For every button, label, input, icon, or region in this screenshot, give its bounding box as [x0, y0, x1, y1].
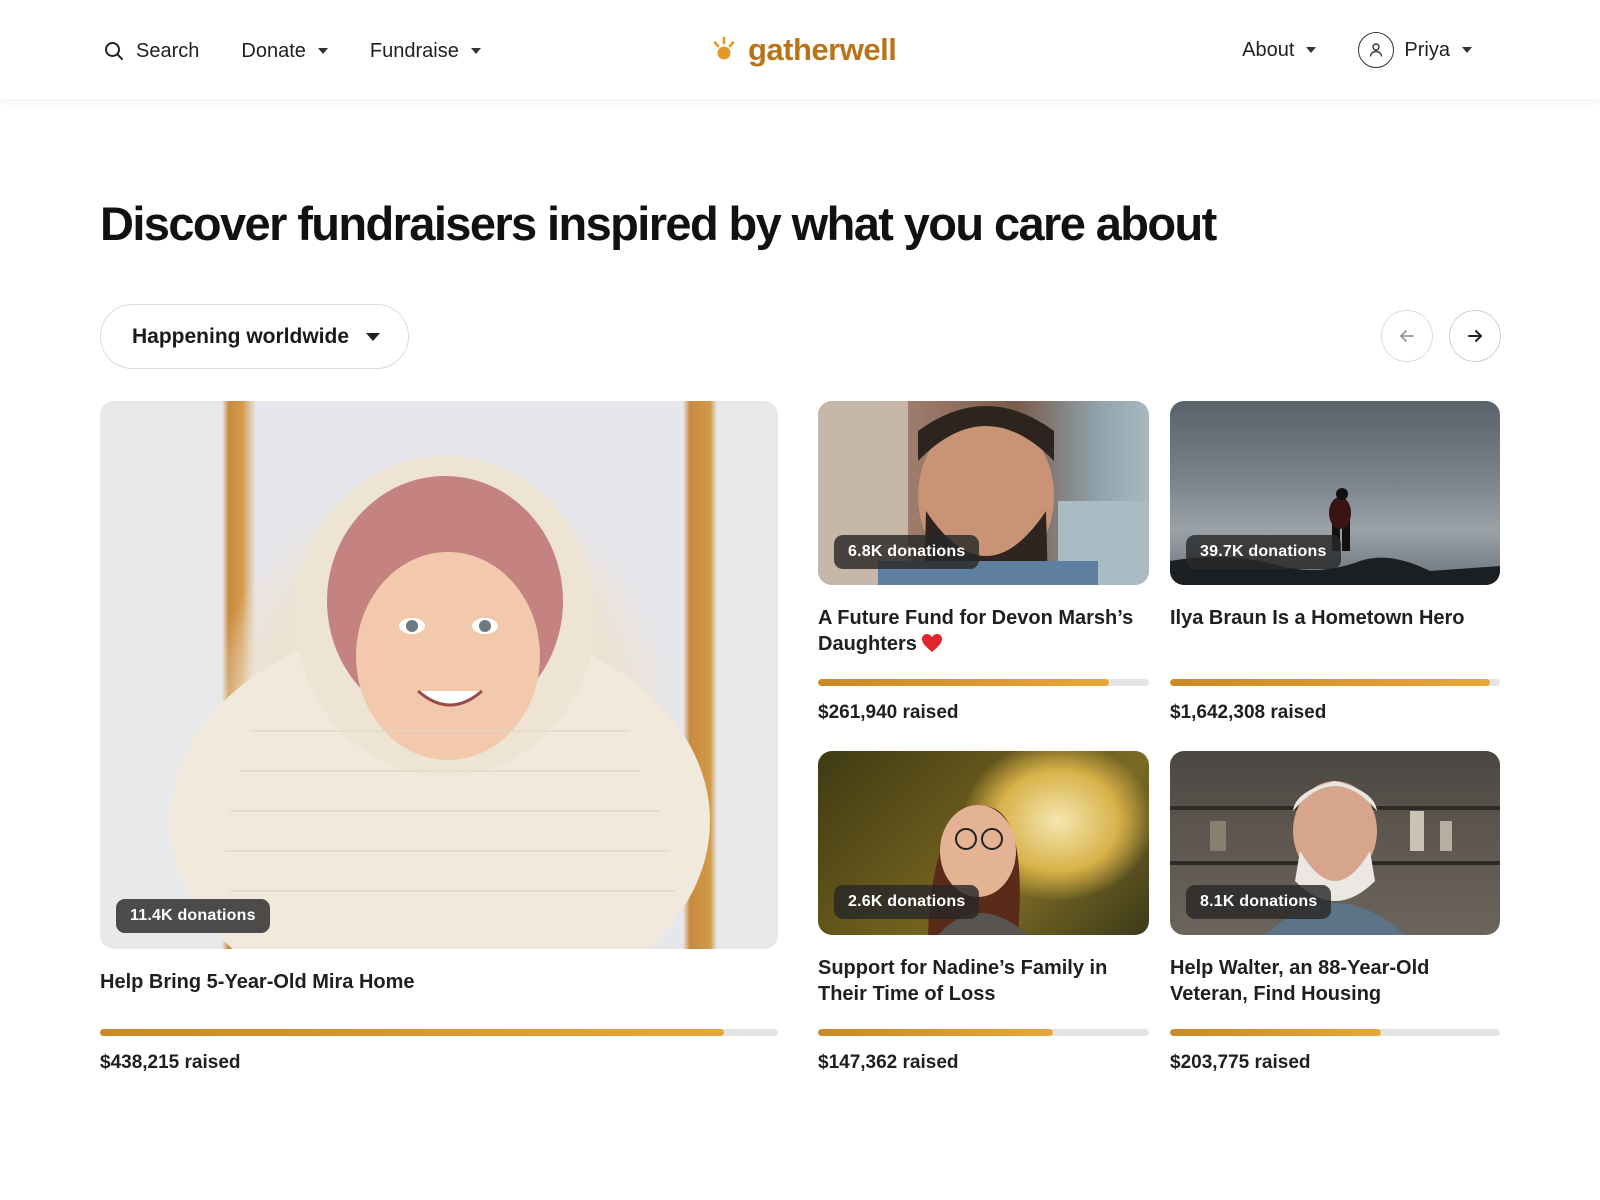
fundraiser-image[interactable]: 8.1K donations	[1170, 751, 1500, 935]
progress-fill	[1170, 1029, 1382, 1036]
progress-fill	[818, 1029, 1053, 1036]
donation-count-badge: 6.8K donations	[834, 535, 980, 569]
previous-button[interactable]	[1381, 310, 1433, 362]
fundraiser-title[interactable]: A Future Fund for Devon Marsh’s Daughter…	[818, 605, 1149, 660]
chevron-down-icon	[470, 48, 481, 54]
avatar	[1358, 32, 1395, 68]
arrow-right-icon	[1468, 330, 1482, 342]
amount-raised: $1,642,308 raised	[1170, 702, 1327, 723]
progress-bar	[818, 1029, 1149, 1036]
progress-bar	[1170, 1029, 1500, 1036]
chevron-down-icon	[1306, 47, 1317, 53]
fundraiser-card[interactable]: 6.8K donations A Future Fund for Devon M…	[818, 401, 1149, 660]
heart-icon	[921, 633, 943, 660]
chevron-down-icon	[317, 48, 328, 54]
fundraiser-image[interactable]: 11.4K donations	[100, 401, 778, 949]
fundraiser-image[interactable]: 2.6K donations	[818, 751, 1149, 935]
progress-fill	[100, 1029, 724, 1036]
search-icon	[104, 41, 124, 61]
logo-text: gatherwell	[748, 32, 897, 67]
search-button[interactable]: Search	[104, 40, 199, 63]
progress-fill	[1170, 679, 1491, 686]
donate-label: Donate	[241, 39, 306, 62]
progress-bar	[818, 679, 1149, 686]
amount-raised: $203,775 raised	[1170, 1052, 1311, 1073]
amount-raised: $438,215 raised	[100, 1052, 241, 1073]
arrow-left-icon	[1400, 330, 1414, 342]
nav-left: Search Donate Fundraise	[104, 36, 523, 66]
fundraiser-title[interactable]: Support for Nadine’s Family in Their Tim…	[818, 955, 1149, 1007]
about-label: About	[1242, 38, 1295, 61]
donate-menu[interactable]: Donate	[241, 40, 328, 63]
fundraiser-card[interactable]: 39.7K donations Ilya Braun Is a Hometown…	[1170, 401, 1500, 631]
fundraiser-title[interactable]: Help Bring 5-Year-Old Mira Home	[100, 969, 778, 995]
amount-raised: $261,940 raised	[818, 702, 959, 723]
user-name: Priya	[1404, 38, 1450, 61]
filter-label: Happening worldwide	[132, 324, 350, 348]
fundraiser-card[interactable]: 2.6K donations Support for Nadine’s Fami…	[818, 751, 1149, 1007]
donation-count-badge: 11.4K donations	[116, 899, 270, 933]
sun-logo-icon	[712, 36, 736, 64]
amount-raised: $147,362 raised	[818, 1052, 959, 1073]
fundraise-label: Fundraise	[369, 39, 459, 62]
fundraiser-image[interactable]: 39.7K donations	[1170, 401, 1500, 585]
logo[interactable]: gatherwell	[712, 28, 897, 72]
nav-right: About Priya	[1242, 30, 1472, 70]
fundraiser-title-text: A Future Fund for Devon Marsh’s Daughter…	[818, 607, 1134, 655]
child-in-blanket-illustration	[170, 456, 710, 949]
next-button[interactable]	[1449, 310, 1501, 362]
fundraise-menu[interactable]: Fundraise	[370, 40, 481, 63]
user-menu[interactable]: Priya	[1358, 32, 1472, 68]
donation-count-badge: 8.1K donations	[1186, 885, 1332, 919]
chevron-down-icon	[366, 332, 381, 341]
search-label: Search	[136, 39, 200, 62]
location-filter-dropdown[interactable]: Happening worldwide	[100, 304, 409, 369]
donation-count-badge: 2.6K donations	[834, 885, 980, 919]
fundraiser-title[interactable]: Ilya Braun Is a Hometown Hero	[1170, 605, 1500, 631]
progress-fill	[818, 679, 1110, 686]
progress-bar	[100, 1029, 778, 1036]
page-title: Discover fundraisers inspired by what yo…	[100, 197, 1217, 250]
fundraiser-card[interactable]: 8.1K donations Help Walter, an 88-Year-O…	[1170, 751, 1500, 1007]
user-icon	[1370, 43, 1383, 57]
fundraiser-card[interactable]: 11.4K donations Help Bring 5-Year-Old Mi…	[100, 401, 778, 995]
progress-bar	[1170, 679, 1500, 686]
donation-count-badge: 39.7K donations	[1186, 535, 1341, 569]
fundraiser-title[interactable]: Help Walter, an 88-Year-Old Veteran, Fin…	[1170, 955, 1500, 1007]
chevron-down-icon	[1462, 47, 1472, 53]
about-menu[interactable]: About	[1242, 38, 1317, 62]
fundraiser-image[interactable]: 6.8K donations	[818, 401, 1149, 585]
top-navigation: Search Donate Fundraise gatherwell About	[0, 0, 1600, 99]
